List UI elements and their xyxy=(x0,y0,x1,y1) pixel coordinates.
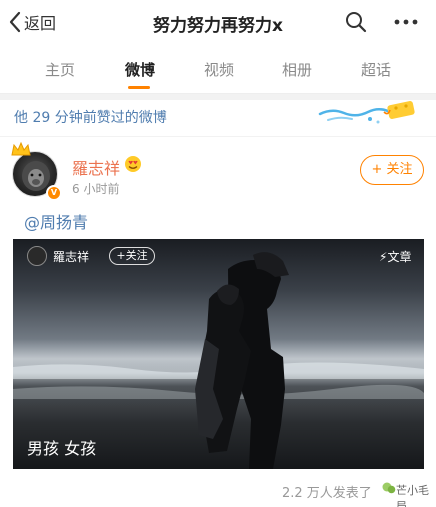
liked-notice-bar[interactable]: 他 29 分钟前赞过的微博 xyxy=(0,100,436,136)
crown-icon xyxy=(11,141,31,156)
engagement-count-text: 2.2 万人发表了 xyxy=(282,486,372,501)
active-tab-indicator xyxy=(128,86,150,89)
photo-username: 羅志祥 xyxy=(53,250,90,264)
verified-badge-icon: V xyxy=(46,185,62,201)
post-photo[interactable]: 羅志祥 +关注 ⚡文章 男孩 女孩 xyxy=(13,239,424,469)
photo-avatar xyxy=(27,246,47,266)
avatar[interactable]: V xyxy=(11,141,62,201)
page-title: 努力努力再努力x xyxy=(153,16,283,36)
profile-tabs: 主页 微博 视频 相册 超话 xyxy=(0,46,436,94)
article-label[interactable]: ⚡文章 xyxy=(379,248,411,265)
tab-weibo[interactable]: 微博 xyxy=(110,59,170,80)
follow-button[interactable]: + 关注 xyxy=(360,155,424,185)
search-icon[interactable] xyxy=(344,10,368,34)
photo-follow-button[interactable]: +关注 xyxy=(109,247,155,265)
liked-notice-text: 他 29 分钟前赞过的微博 xyxy=(14,110,167,126)
mention-link[interactable]: @周扬青 xyxy=(24,209,88,233)
tab-home[interactable]: 主页 xyxy=(30,59,90,80)
article-label-text: 文章 xyxy=(387,250,412,264)
post-timestamp: 6 小时前 xyxy=(72,182,120,196)
more-icon[interactable] xyxy=(392,12,420,32)
photo-caption: 男孩 女孩 xyxy=(27,439,97,458)
swimming-sponge-decoration-icon xyxy=(318,101,415,124)
smiling-face-with-heart-eyes-icon xyxy=(125,156,141,172)
tab-album[interactable]: 相册 xyxy=(267,59,327,80)
top-nav-bar: 返回 努力努力再努力x xyxy=(0,0,436,46)
wechat-watermark-icon xyxy=(382,482,396,494)
weibo-post-card: V 羅志祥 6 小时前 + 关注 @周扬青 羅志祥 +关注 ⚡文章 男孩 女孩 … xyxy=(0,137,436,507)
watermark: 芒小毛局 xyxy=(382,479,436,507)
tab-super-topic[interactable]: 超话 xyxy=(346,59,406,80)
post-username[interactable]: 羅志祥 xyxy=(72,155,120,179)
tab-video[interactable]: 视频 xyxy=(189,59,249,80)
watermark-text: 芒小毛局 xyxy=(396,484,429,507)
